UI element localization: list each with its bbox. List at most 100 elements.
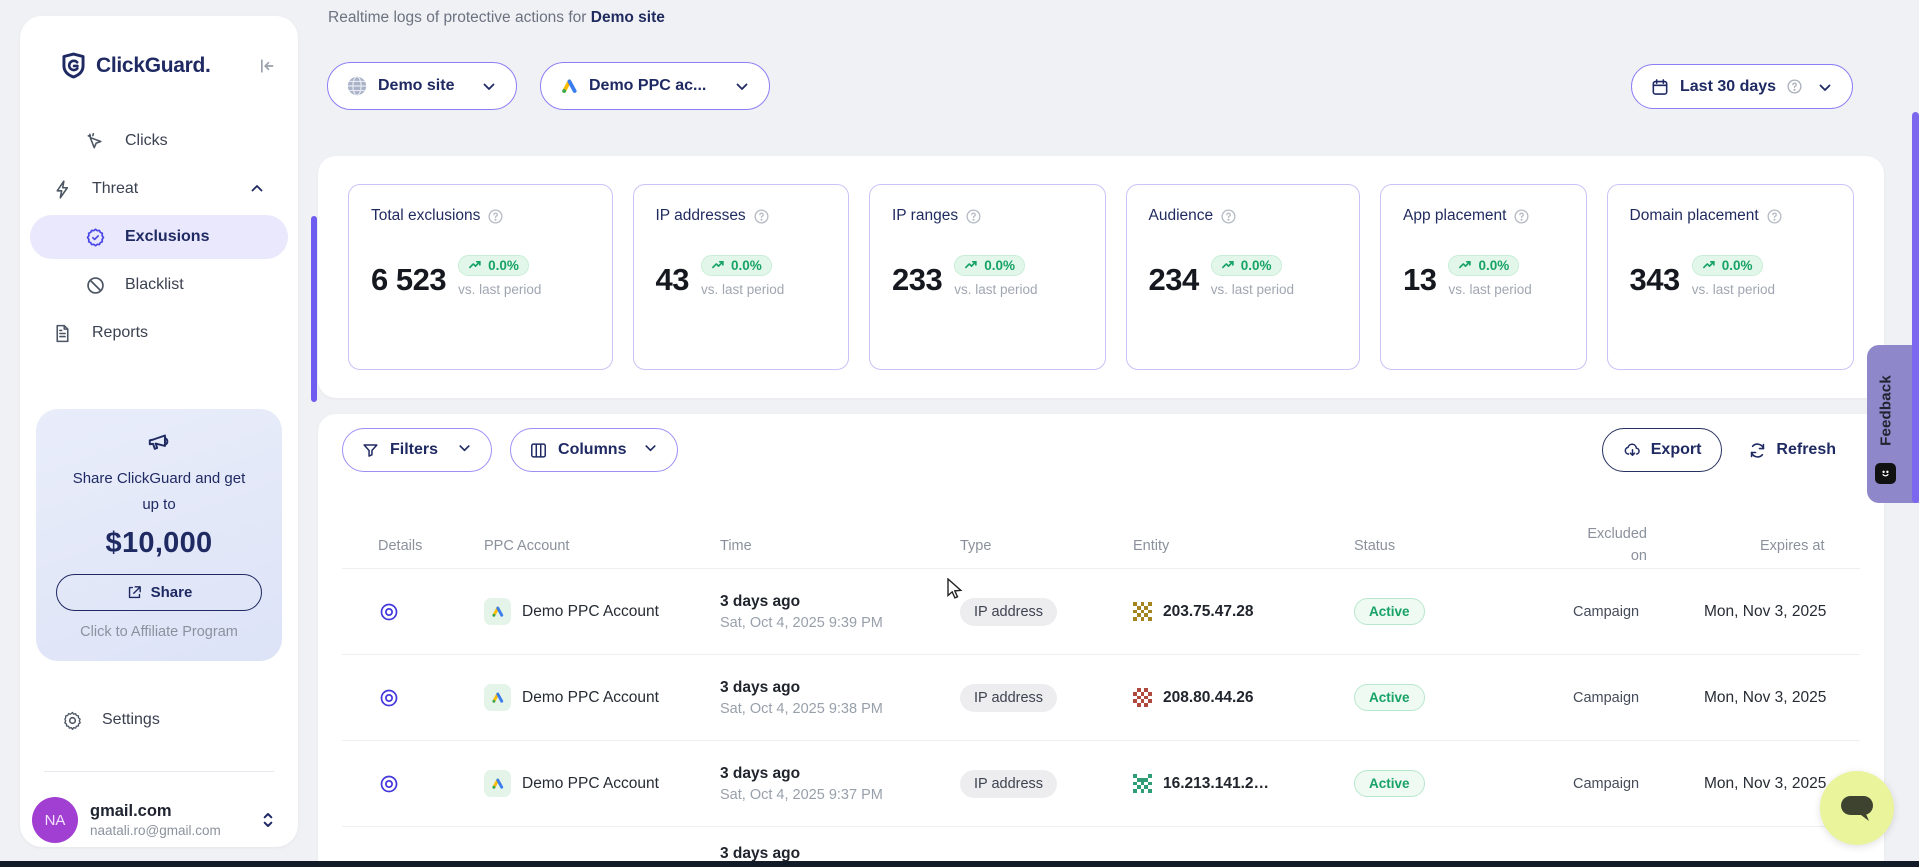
entity-value: 208.80.44.26: [1163, 689, 1254, 707]
user-email: naatali.ro@gmail.com: [90, 823, 221, 838]
view-details-icon[interactable]: [378, 601, 400, 623]
excluded-on-value: Campaign: [1573, 604, 1704, 620]
sidebar-item-label: Clicks: [125, 132, 168, 150]
stats-panel: Total exclusions 6 523 0.0% vs. last per…: [318, 156, 1884, 398]
stat-title: Audience: [1149, 207, 1214, 225]
sidebar-item-reports[interactable]: Reports: [30, 311, 288, 355]
column-header-type[interactable]: Type: [960, 538, 1133, 554]
trend-up-icon: [964, 258, 979, 273]
filters-button[interactable]: Filters: [342, 428, 492, 472]
help-circle-icon[interactable]: [965, 208, 982, 225]
chat-widget-button[interactable]: [1820, 771, 1894, 845]
sidebar-item-label: Blacklist: [125, 276, 184, 294]
sidebar-item-exclusions[interactable]: Exclusions: [30, 215, 288, 259]
promo-headline: Share ClickGuard and get up to: [64, 466, 254, 519]
lightning-icon: [52, 179, 73, 200]
view-details-icon[interactable]: [378, 687, 400, 709]
export-button[interactable]: Export: [1602, 428, 1723, 472]
stat-delta: 0.0%: [1478, 258, 1509, 273]
smiley-logo-icon: [1875, 463, 1896, 484]
table-row: Demo PPC Account 3 days agoSat, Oct 4, 2…: [342, 654, 1860, 740]
export-button-label: Export: [1651, 441, 1702, 459]
stat-delta: 0.0%: [1241, 258, 1272, 273]
main-content: Realtime logs of protective actions for …: [318, 0, 1884, 867]
user-title: gmail.com: [90, 802, 221, 821]
stat-delta: 0.0%: [731, 258, 762, 273]
site-selector[interactable]: Demo site: [327, 62, 517, 110]
stat-value: 233: [892, 262, 942, 298]
entity-identicon-icon: [1133, 602, 1152, 621]
stat-delta: 0.0%: [1722, 258, 1753, 273]
stat-card-domain-placement: Domain placement 343 0.0% vs. last perio…: [1607, 184, 1855, 370]
help-circle-icon[interactable]: [487, 208, 504, 225]
excluded-on-value: Campaign: [1573, 690, 1704, 706]
sidebar-divider: [44, 771, 274, 772]
column-header-status[interactable]: Status: [1354, 538, 1573, 554]
column-header-time[interactable]: Time: [720, 538, 960, 554]
sidebar-scrollbar[interactable]: [311, 216, 317, 402]
stat-card-audience: Audience 234 0.0% vs. last period: [1126, 184, 1361, 370]
trend-up-icon: [468, 258, 483, 273]
stat-value: 6 523: [371, 262, 446, 298]
promo-footer: Click to Affiliate Program: [50, 624, 268, 640]
help-circle-icon[interactable]: [1220, 208, 1237, 225]
affiliate-promo-card[interactable]: Share ClickGuard and get up to $10,000 S…: [36, 409, 282, 661]
column-header-expires-at[interactable]: Expires at: [1704, 538, 1860, 554]
stat-value: 343: [1630, 262, 1680, 298]
page-scrollbar[interactable]: [1912, 112, 1919, 503]
ppc-account-selector[interactable]: Demo PPC ac...: [540, 62, 770, 110]
stat-compare-label: vs. last period: [954, 282, 1037, 297]
stat-title: IP ranges: [892, 207, 958, 225]
view-details-icon[interactable]: [378, 773, 400, 795]
help-circle-icon[interactable]: [753, 208, 770, 225]
stat-card-app-placement: App placement 13 0.0% vs. last period: [1380, 184, 1587, 370]
refresh-button[interactable]: Refresh: [1748, 441, 1836, 460]
calendar-icon: [1650, 77, 1670, 97]
sidebar-item-blacklist[interactable]: Blacklist: [30, 263, 288, 307]
sidebar-item-clicks[interactable]: Clicks: [30, 119, 288, 163]
google-ads-icon: [559, 76, 579, 96]
entity-value: 16.213.141.2…: [1163, 775, 1269, 793]
badge-check-icon: [85, 227, 106, 248]
user-menu[interactable]: NA gmail.com naatali.ro@gmail.com: [32, 792, 286, 848]
type-badge: IP address: [960, 770, 1057, 798]
ppc-account-name: Demo PPC Account: [522, 603, 659, 621]
feedback-tab-label: Feedback: [1878, 361, 1895, 461]
column-header-excluded-on[interactable]: Excluded on: [1573, 524, 1647, 568]
chevron-up-down-icon: [260, 811, 276, 829]
stat-card-ip-ranges: IP ranges 233 0.0% vs. last period: [869, 184, 1106, 370]
type-badge: IP address: [960, 684, 1057, 712]
stat-card-total-exclusions: Total exclusions 6 523 0.0% vs. last per…: [348, 184, 613, 370]
ppc-account-name: Demo PPC Account: [522, 775, 659, 793]
help-circle-icon[interactable]: [1513, 208, 1530, 225]
stat-title: App placement: [1403, 207, 1506, 225]
time-relative: 3 days ago: [720, 593, 960, 611]
google-ads-icon: [484, 770, 511, 797]
column-header-details[interactable]: Details: [378, 538, 484, 554]
entity-value: 203.75.47.28: [1163, 603, 1254, 621]
column-header-entity[interactable]: Entity: [1133, 538, 1354, 554]
document-icon: [52, 323, 73, 344]
stat-value: 13: [1403, 262, 1436, 298]
status-badge: Active: [1354, 770, 1425, 797]
status-badge: Active: [1354, 684, 1425, 711]
external-link-icon: [126, 584, 143, 601]
date-range-label: Last 30 days: [1680, 78, 1776, 96]
help-circle-icon: [1786, 78, 1803, 95]
stat-title: IP addresses: [656, 207, 746, 225]
sidebar-item-threat[interactable]: Threat: [30, 167, 288, 211]
exclusions-table-panel: Filters Columns Export Refresh Details P…: [318, 414, 1884, 867]
trend-up-icon: [711, 258, 726, 273]
stat-card-ip-addresses: IP addresses 43 0.0% vs. last period: [633, 184, 850, 370]
google-ads-icon: [484, 598, 511, 625]
column-header-ppc-account[interactable]: PPC Account: [484, 538, 720, 554]
date-range-selector[interactable]: Last 30 days: [1631, 64, 1853, 109]
help-circle-icon[interactable]: [1766, 208, 1783, 225]
sidebar-collapse-icon[interactable]: [256, 56, 276, 76]
entity-identicon-icon: [1133, 688, 1152, 707]
sidebar-item-settings[interactable]: Settings: [40, 698, 278, 742]
columns-icon: [529, 441, 548, 460]
columns-button[interactable]: Columns: [510, 428, 678, 472]
stat-value: 234: [1149, 262, 1199, 298]
share-button[interactable]: Share: [56, 574, 262, 611]
